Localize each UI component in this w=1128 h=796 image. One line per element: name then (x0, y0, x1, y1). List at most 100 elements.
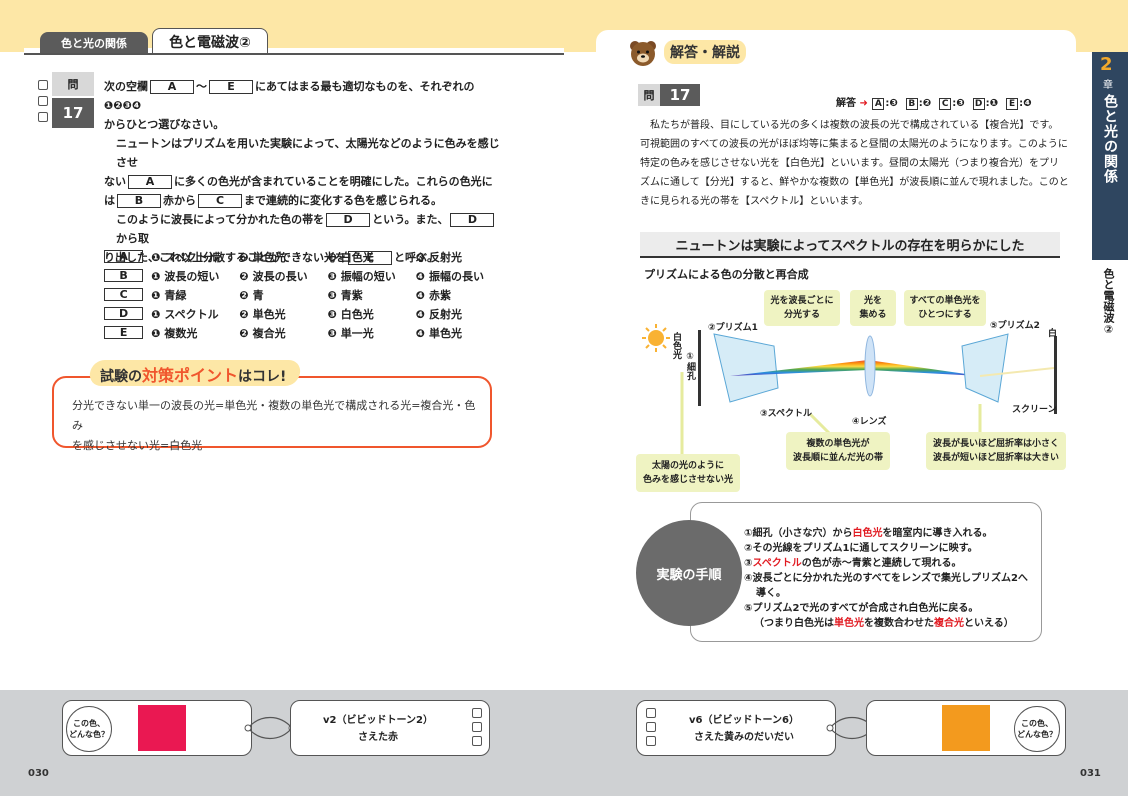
callout-text: 波長が長いほど屈折率は小さく (932, 439, 1059, 449)
question-number-text: 17 (62, 104, 84, 122)
choice-key: D (104, 307, 144, 320)
choice-option[interactable]: ❷ 単色光 (239, 249, 327, 265)
choice-option[interactable]: ❷ 複合光 (239, 325, 327, 341)
callout-text: ひとつにする (918, 310, 972, 320)
callout-text: 太陽の光のように (651, 461, 724, 471)
answer-line: 解答 ➜ A:❸ B:❷ C:❸ D:❶ E:❹ (836, 98, 1032, 110)
question-number: 17 (52, 98, 94, 128)
point-body-line1: 分光できない単一の波長の光=単色光・複数の単色光で構成される光=複合光・色み (72, 399, 476, 432)
answer-key: C (939, 98, 952, 110)
choice-key: E (104, 326, 144, 339)
tone-name: v6（ビビッドトーン6） (689, 715, 799, 726)
step-highlight: 単色光 (834, 618, 864, 629)
blank-d: D (326, 213, 371, 227)
slit-wall (698, 330, 701, 406)
choice-option[interactable]: ❸ 白色光 (328, 306, 416, 322)
page-number-right: 031 (1080, 768, 1101, 779)
choice-row: D ❶ スペクトル ❷ 単色光 ❸ 白色光 ❹ 反射光 (104, 304, 504, 323)
callout-split: 光を波長ごとに 分光する (764, 290, 840, 326)
step-highlight: 複合光 (934, 618, 964, 629)
diagram-heading: プリズムによる色の分散と再合成 (644, 268, 809, 281)
choice-option[interactable]: ❶ 複数光 (151, 325, 239, 341)
blank-b: B (117, 194, 161, 208)
step-text: といえる） (964, 618, 1014, 629)
point-title-c: はコレ! (238, 369, 287, 385)
point-body-line2: を感じさせない光=白色光 (72, 439, 203, 452)
steps-list: ①細孔（小さな穴）から白色光を暗室内に導き入れる。 ②その光線をプリズム1に通し… (744, 526, 1040, 631)
label-prism-1: ②プリズム1 (708, 323, 758, 333)
para2-line1c: から取 (116, 232, 149, 245)
choice-option[interactable]: ❸ 青紫 (328, 287, 416, 303)
answer-value: ❸ (889, 98, 898, 109)
check-box[interactable] (646, 736, 656, 746)
choice-option[interactable]: ❶ 波長の短い (151, 268, 239, 284)
choice-option[interactable]: ❸ 白色光 (328, 249, 416, 265)
callout-refraction: 波長が長いほど屈折率は小さく 波長が短いほど屈折率は大きい (926, 432, 1066, 470)
choice-option[interactable]: ❹ 反射光 (416, 306, 504, 322)
lens (864, 335, 876, 397)
explanation-line: 可視範囲のすべての波長の光がほぼ均等に集まると昼間の太陽光のようになります。この… (640, 139, 1068, 150)
choice-option[interactable]: ❷ 青 (239, 287, 327, 303)
callout-band: 複数の単色光が 波長順に並んだ光の帯 (786, 432, 890, 470)
choice-option[interactable]: ❹ 赤紫 (416, 287, 504, 303)
check-box[interactable] (646, 708, 656, 718)
choice-option[interactable]: ❶ 青緑 (151, 287, 239, 303)
label-white-light: 白色光 (671, 332, 681, 359)
label-lens: ④レンズ (852, 417, 887, 427)
quiz-bubble-text: どんな色？ (1017, 730, 1057, 739)
quiz-bubble-text: この色、 (1021, 719, 1053, 728)
section-heading: ニュートンは実験によってスペクトルの存在を明らかにした (640, 232, 1060, 258)
choice-row: C ❶ 青緑 ❷ 青 ❸ 青紫 ❹ 赤紫 (104, 285, 504, 304)
step-text: ④波長ごとに分かれた光のすべてをレンズで集光しプリズム2へ (744, 573, 1028, 584)
tone-description: さえた黄みのだいだい (694, 732, 794, 743)
check-box[interactable] (472, 708, 482, 718)
choices-list: A ❶ スペクトル ❷ 単色光 ❸ 白色光 ❹ 反射光 B ❶ 波長の短い ❷ … (104, 247, 504, 342)
page-number-left: 030 (28, 768, 49, 779)
label-prism-2: ⑤プリズム2 (990, 321, 1040, 331)
choice-option[interactable]: ❷ 単色光 (239, 306, 327, 322)
blank-a: A (128, 175, 172, 189)
quiz-bubble: この色、 どんな色？ (66, 706, 112, 752)
point-title: 試験の対策ポイントはコレ! (100, 362, 286, 386)
choice-option[interactable]: ❹ 反射光 (416, 249, 504, 265)
check-box-3[interactable] (38, 112, 48, 122)
choice-option[interactable]: ❹ 単色光 (416, 325, 504, 341)
choice-option[interactable]: ❶ スペクトル (151, 249, 239, 265)
blank-d: D (450, 213, 495, 227)
check-box-2[interactable] (38, 96, 48, 106)
step-highlight: スペクトル (752, 558, 802, 569)
prism-1 (713, 333, 779, 403)
callout-text: 光を (863, 296, 882, 306)
page-title-text: 色と電磁波② (169, 34, 251, 51)
answer-title: 解答・解説 (664, 40, 746, 64)
choice-option[interactable]: ❸ 単一光 (328, 325, 416, 341)
check-box[interactable] (646, 722, 656, 732)
choice-option[interactable]: ❸ 振幅の短い (328, 268, 416, 284)
arrow-icon: ➜ (859, 98, 868, 109)
answer-question-number-text: 17 (669, 86, 691, 104)
label-spectrum: ③スペクトル (760, 409, 812, 419)
point-title-b: 対策ポイント (142, 366, 239, 385)
sun-icon (642, 324, 670, 352)
choice-option[interactable]: ❹ 振幅の長い (416, 268, 504, 284)
step-text: を複数合わせた (864, 618, 934, 629)
label-white: 白 (1048, 329, 1058, 339)
answer-question-number: 17 (660, 84, 700, 106)
explanation-line: 特定の色みを感じさせない光を【白色光】といいます。昼間の太陽光（つまり複合光）を… (640, 158, 1059, 169)
check-box[interactable] (472, 722, 482, 732)
check-box[interactable] (472, 736, 482, 746)
question-label-text: 問 (67, 78, 79, 91)
answer-key: A (872, 98, 885, 110)
callout-text: 波長順に並んだ光の帯 (792, 453, 883, 463)
question-line: からひとつ選びなさい。 (104, 118, 225, 131)
chapter-subtitle: 色と電磁波② (1102, 268, 1115, 336)
choice-key: B (104, 269, 144, 282)
choice-option[interactable]: ❶ スペクトル (151, 306, 239, 322)
check-box-1[interactable] (38, 80, 48, 90)
question-text: 次の空欄 A 〜 E にあてはまる最も適切なものを、それぞれの❶❷❸❹ からひとつ選びな… (104, 77, 504, 134)
chapter-number: 2 (1100, 54, 1113, 75)
explanation-line: ズムに通して【分光】すると、鮮やかな複数の【単色光】が波長順に並んで現れました。… (640, 177, 1069, 188)
para2-line1b: という。また、 (372, 213, 449, 226)
tone-text-right: v6（ビビッドトーン6） さえた黄みのだいだい (664, 712, 824, 746)
choice-option[interactable]: ❷ 波長の長い (239, 268, 327, 284)
